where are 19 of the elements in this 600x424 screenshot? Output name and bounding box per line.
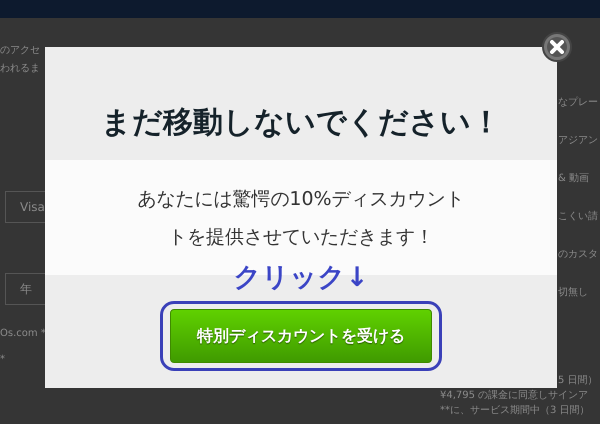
background-text: われるま [0,62,41,76]
message-text: トを提供させていただきます！ [168,224,434,250]
background-text: * [0,353,6,367]
background-text: 5 日間） [558,374,599,388]
background-text: こくい請 [558,210,599,224]
modal-title: まだ移動しないでください！ [101,104,501,142]
discount-button[interactable]: 特別ディスカウントを受ける [170,309,432,363]
background-text: のアクセ [0,44,41,58]
background-text: ¥4,795 の課金に同意しサインア [440,389,590,403]
message-text: あなたには驚愕の10%ディスカウント [137,186,465,212]
background-text: & 動画 [558,172,590,186]
background-text: Os.com * [0,327,47,341]
annotation-text: クリック↓ [234,261,368,295]
background-text: **に、サービス期間中（3 日間） [440,404,590,418]
close-icon[interactable] [542,32,572,62]
background-text: なプレー [558,96,599,110]
background-text: のカスタ [558,248,599,262]
background-text: 切無し [558,286,589,300]
background-text: アジアン [558,134,599,148]
